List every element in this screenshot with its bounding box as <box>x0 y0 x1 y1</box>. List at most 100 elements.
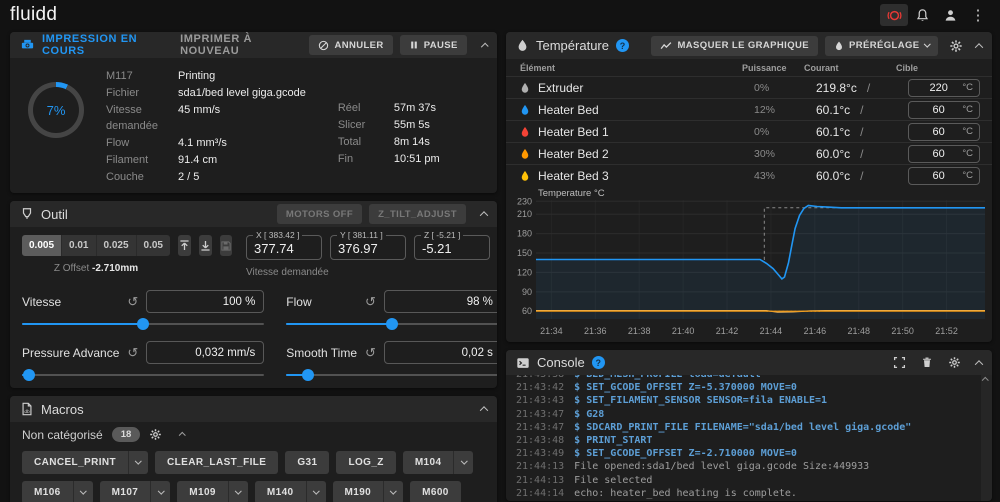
slider-thumb[interactable] <box>137 318 149 330</box>
reset-icon[interactable]: ↺ <box>127 294 138 310</box>
preset-button[interactable]: PRÉRÉGLAGE <box>825 36 938 56</box>
macro-button[interactable]: M107 <box>100 481 171 502</box>
heater-target-input[interactable]: 60°C <box>908 167 980 185</box>
y-tick-label: 180 <box>517 229 532 239</box>
account-button[interactable] <box>936 4 964 26</box>
z-tilt-adjust-button[interactable]: Z_TILT_ADJUST <box>369 204 466 224</box>
macro-button[interactable]: M190 <box>333 481 404 502</box>
macro-dropdown-button[interactable] <box>73 481 93 502</box>
macro-dropdown-button[interactable] <box>306 481 326 502</box>
macro-dropdown-button[interactable] <box>128 451 148 474</box>
console-output[interactable]: 21:43:38$ BED_MESH_PROFILE load=default2… <box>516 375 992 501</box>
macro-button[interactable]: CLEAR_LAST_FILE <box>155 451 278 474</box>
macro-button[interactable]: M104 <box>403 451 474 474</box>
motors-off-button[interactable]: MOTORS OFF <box>277 204 362 224</box>
reset-icon[interactable]: ↺ <box>365 345 376 361</box>
collapse-panel-icon[interactable] <box>975 43 983 51</box>
slider-value-box[interactable]: 0,032 mm/s <box>146 341 264 364</box>
collapse-category-icon[interactable] <box>179 433 185 439</box>
chevron-down-icon <box>235 488 241 494</box>
console-scrollbar[interactable] <box>981 375 992 501</box>
console-timestamp: 21:43:38 <box>516 375 564 380</box>
macro-dropdown-button[interactable] <box>453 451 473 474</box>
pause-print-button[interactable]: PAUSE <box>400 35 467 55</box>
gear-icon[interactable] <box>149 428 162 441</box>
tab-reprint[interactable]: IMPRIMER À NOUVEAU <box>180 33 295 57</box>
position-field[interactable]: Y [ 381.11 ]376.97 <box>330 235 406 260</box>
slider-control: Pressure Advance↺0,032 mm/s <box>22 341 264 382</box>
slider-thumb[interactable] <box>302 369 314 381</box>
tab-printing[interactable]: IMPRESSION EN COURS <box>42 33 163 57</box>
macro-dropdown-button[interactable] <box>150 481 170 502</box>
slider-value-box[interactable]: 98 % <box>384 290 497 313</box>
reset-icon[interactable]: ↺ <box>365 294 376 310</box>
slider-label: Flow <box>286 295 357 309</box>
position-field[interactable]: X [ 383.42 ]377.74 <box>246 235 322 260</box>
slider-value-box[interactable]: 100 % <box>146 290 264 313</box>
reset-icon[interactable]: ↺ <box>127 345 138 361</box>
heater-target-value: 220 <box>915 82 962 94</box>
emergency-stop-button[interactable] <box>880 4 908 26</box>
console-timestamp: 21:43:47 <box>516 422 564 433</box>
slider-thumb[interactable] <box>386 318 398 330</box>
app-menu-button[interactable]: ⋮ <box>964 4 992 26</box>
console-line: 21:44:14echo: heater_bed1 heating is com… <box>516 500 992 501</box>
macro-buttons: CANCEL_PRINT CLEAR_LAST_FILE G31 LOG_Z M104 M… <box>10 444 497 502</box>
collapse-panel-icon[interactable] <box>480 42 488 50</box>
gear-icon[interactable] <box>949 39 963 53</box>
heater-target-input[interactable]: 60°C <box>908 145 980 163</box>
z-offset-save-button[interactable] <box>220 235 232 256</box>
stat-value: 2 / 5 <box>178 169 306 185</box>
slider-track[interactable] <box>286 368 497 382</box>
collapse-panel-icon[interactable] <box>480 406 488 414</box>
slider-label: Smooth Time <box>286 346 357 360</box>
slider-track[interactable] <box>286 317 497 331</box>
z-offset-label: Z Offset <box>54 263 89 274</box>
heater-name: Heater Bed <box>538 103 599 117</box>
position-field[interactable]: Z [ -5.21 ]-5.21 <box>414 235 490 260</box>
z-step-button[interactable]: 0.005 <box>22 235 62 256</box>
x-tick-label: 21:50 <box>891 326 914 336</box>
heater-row: Heater Bed 230%60.0°c/60°C <box>506 142 992 164</box>
z-step-button[interactable]: 0.025 <box>97 235 137 256</box>
cancel-print-button[interactable]: ANNULER <box>309 35 392 55</box>
heater-target-input[interactable]: 60°C <box>908 123 980 141</box>
heater-target-input[interactable]: 220°C <box>908 79 980 97</box>
macro-dropdown-button[interactable] <box>228 481 248 502</box>
z-offset-down-button[interactable] <box>199 235 212 256</box>
macro-button[interactable]: M106 <box>22 481 93 502</box>
console-line: 21:44:14echo: heater_bed heating is comp… <box>516 487 992 500</box>
z-step-button[interactable]: 0.01 <box>62 235 96 256</box>
macro-button[interactable]: M140 <box>255 481 326 502</box>
help-icon[interactable]: ? <box>616 39 629 52</box>
z-step-button[interactable]: 0.05 <box>137 235 170 256</box>
temperature-chart-svg[interactable]: 609012015018021023021:3421:3621:3821:402… <box>510 188 988 340</box>
macro-button[interactable]: G31 <box>285 451 329 474</box>
y-tick-label: 150 <box>517 248 532 258</box>
collapse-panel-icon[interactable] <box>480 211 488 219</box>
gear-icon[interactable] <box>948 356 961 369</box>
slider-track[interactable] <box>22 368 264 382</box>
trash-icon[interactable] <box>921 356 933 369</box>
y-tick-label: 120 <box>517 267 532 277</box>
macro-button[interactable]: LOG_Z <box>336 451 395 474</box>
slider-value-box[interactable]: 0,02 s <box>384 341 497 364</box>
console-text: $ SET_GCODE_OFFSET Z=-2.710000 MOVE=0 <box>574 448 797 459</box>
hide-graph-button[interactable]: MASQUER LE GRAPHIQUE <box>651 36 818 56</box>
slider-thumb[interactable] <box>23 369 35 381</box>
help-icon[interactable]: ? <box>592 356 605 369</box>
console-title: Console <box>537 355 585 370</box>
scroll-up-icon[interactable] <box>982 377 988 383</box>
macro-button[interactable]: M109 <box>177 481 248 502</box>
macro-dropdown-button[interactable] <box>383 481 403 502</box>
heater-target-input[interactable]: 60°C <box>908 101 980 119</box>
collapse-panel-icon[interactable] <box>975 360 983 368</box>
macro-button[interactable]: M600 <box>410 481 461 502</box>
notifications-button[interactable] <box>908 4 936 26</box>
expand-icon[interactable] <box>893 356 906 369</box>
macro-button[interactable]: CANCEL_PRINT <box>22 451 148 474</box>
z-offset-up-button[interactable] <box>178 235 191 256</box>
console-panel: Console ? 21:43:38$ BED_MESH_PROFILE loa… <box>506 350 992 501</box>
heater-target-unit: °C <box>962 170 973 181</box>
slider-track[interactable] <box>22 317 264 331</box>
